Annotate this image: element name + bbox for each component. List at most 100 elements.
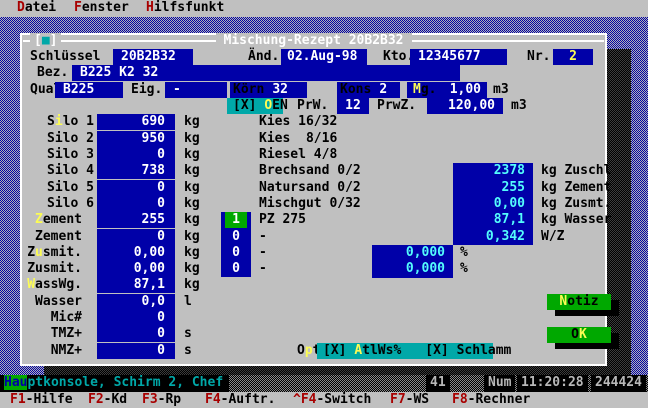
fkey-f2[interactable]: F2-Kd (88, 392, 127, 408)
summary-value-4: 0,342 (453, 229, 533, 245)
mg-label: Mg. (413, 82, 436, 98)
prw-label: PrW. (297, 98, 328, 114)
row-unit-zement-6: kg (184, 212, 200, 228)
row-value-field-silo-5-4[interactable]: 0 (97, 180, 175, 196)
prwz-unit: m3 (511, 98, 527, 114)
row-unit-silo-4-3: kg (184, 163, 200, 179)
row-value-field-mic-12[interactable]: 0 (97, 310, 175, 326)
status-code: 244424 (591, 375, 646, 392)
ok-button[interactable]: OK (547, 327, 611, 343)
prw-field[interactable]: 12 (337, 98, 369, 114)
fkey-f3[interactable]: F3-Rp (142, 392, 181, 408)
aend-field[interactable]: 02.Aug-98 (281, 49, 367, 65)
eig-field[interactable]: - (165, 82, 227, 98)
row-value-field-zusmit-8[interactable]: 0,00 (97, 245, 175, 261)
dialog-mischung-rezept: [■] Mischung-Rezept 20B2B32 Schlüssel 20… (20, 33, 607, 366)
row-label-zement-7: Zement (20, 229, 82, 245)
row-value-field-silo-2-1[interactable]: 950 (97, 131, 175, 147)
mg-unit: m3 (493, 82, 509, 98)
row-label-silo-6-5: Silo 6 (20, 196, 94, 212)
status-highlight: Hau (4, 375, 27, 390)
row-unit-zusmit-9: kg (184, 261, 200, 277)
summary-unit-3: kg Wasser (541, 212, 611, 228)
row-selector-zusmit-9[interactable]: 0 (221, 261, 251, 277)
row-unit-nmz-14: s (184, 343, 192, 359)
fkey-f8[interactable]: F8-Rechner (452, 392, 530, 408)
row-value-field-zement-7[interactable]: 0 (97, 229, 175, 245)
fkey-f4[interactable]: F4-Auftr. (205, 392, 275, 408)
percent-unit-1: % (460, 261, 468, 277)
row-label-nmz-14: NMZ+ (20, 343, 82, 359)
mg-field[interactable]: 1,00 (450, 82, 481, 98)
koern-label: Körn (230, 82, 264, 97)
row-label-zusmit-9: Zusmit. (20, 261, 82, 277)
kons-group: Kons2 (337, 82, 400, 98)
row-value-field-silo-3-2[interactable]: 0 (97, 147, 175, 163)
row-unit-wasswg-10: kg (184, 277, 200, 293)
fkey-ctrl-f4[interactable]: ^F4-Switch (293, 392, 371, 408)
row-desc-zusmit-8: - (259, 245, 267, 261)
row-label-silo-5-4: Silo 5 (20, 180, 94, 196)
oen-checkbox[interactable]: [X] OEN (227, 98, 283, 114)
row-value-field-wasswg-10[interactable]: 87,1 (97, 277, 175, 293)
status-console: Hauptkonsole, Schirm 2, Chef (0, 375, 229, 392)
status-count: 41 (426, 375, 450, 392)
row-label-silo-4-3: Silo 4 (20, 163, 94, 179)
schluessel-field[interactable]: 20B2B32 (113, 49, 193, 65)
row-unit-tmz-13: s (184, 326, 192, 342)
menu-item-hilfsfunkt[interactable]: Hilfsfunkt (146, 0, 224, 17)
fkey-f1[interactable]: F1-Hilfe (10, 392, 73, 408)
mg-group: Mg. 1,00 (407, 82, 487, 98)
summary-value-0: 2378 (453, 163, 533, 179)
row-selector-zusmit-8[interactable]: 0 (221, 245, 251, 261)
status-clock: 11:20:28 (517, 375, 588, 392)
fkey-f7[interactable]: F7-WS (390, 392, 429, 408)
qual-field[interactable]: B225 (55, 82, 123, 98)
row-value-field-zusmit-9[interactable]: 0,00 (97, 261, 175, 277)
row-unit-zusmit-8: kg (184, 245, 200, 261)
row-value-field-silo-6-5[interactable]: 0 (97, 196, 175, 212)
row-value-field-tmz-13[interactable]: 0 (97, 326, 175, 342)
row-unit-silo-6-5: kg (184, 196, 200, 212)
checkbox-schlamm[interactable]: [X] Schlamm (425, 343, 511, 359)
row-value-field-silo-4-3[interactable]: 738 (97, 163, 175, 179)
row-desc-zusmit-9: - (259, 261, 267, 277)
kto-field[interactable]: 12345677 (410, 49, 507, 65)
row-label-silo-3-2: Silo 3 (20, 147, 94, 163)
row-selector-zement-7[interactable]: 0 (221, 229, 251, 245)
koern-group: Körn32 (230, 82, 307, 98)
row-selector-zement-6[interactable]: 1 (221, 212, 251, 228)
kons-label: Kons (337, 82, 371, 97)
kons-field[interactable]: 2 (371, 82, 387, 97)
checkbox-atlws[interactable]: [X] AtlWs% (323, 343, 401, 359)
function-key-bar: F1-Hilfe F2-Kd F3-Rp F4-Auftr. ^F4-Switch F7-… (0, 392, 648, 408)
row-label-silo-1-0: Silo 1 (20, 114, 94, 130)
row-unit-silo-1-0: kg (184, 114, 200, 130)
row-desc-silo-6-5: Mischgut 0/32 (259, 196, 361, 212)
nr-field[interactable]: 2 (553, 49, 593, 65)
row-desc-zement-6: PZ 275 (259, 212, 306, 228)
summary-unit-2: kg Zusmt. (541, 196, 611, 212)
row-desc-silo-1-0: Kies 16/32 (259, 114, 337, 130)
koern-field[interactable]: 32 (264, 82, 288, 97)
row-unit-zement-7: kg (184, 229, 200, 245)
prwz-label: PrwZ. (377, 98, 416, 114)
prwz-field[interactable]: 120,00 (427, 98, 503, 114)
bez-field[interactable]: B225 K2 32 (72, 65, 460, 81)
row-value-field-silo-1-0[interactable]: 690 (97, 114, 175, 130)
row-value-field-zement-6[interactable]: 255 (97, 212, 175, 228)
menu-item-datei[interactable]: Datei (17, 0, 56, 17)
menu-item-fenster[interactable]: Fenster (74, 0, 129, 17)
summary-value-3: 87,1 (453, 212, 533, 228)
eig-label: Eig. (131, 82, 162, 98)
row-label-tmz-13: TMZ+ (20, 326, 82, 342)
row-value-field-wasser-11[interactable]: 0,0 (97, 294, 175, 310)
summary-value-1: 255 (453, 180, 533, 196)
notiz-button[interactable]: Notiz (547, 294, 611, 310)
percent-value-1: 0,000 (372, 261, 453, 277)
summary-unit-1: kg Zement (541, 180, 611, 196)
desktop-background: DateiFensterHilfsfunkt [■] Mischung-Reze… (0, 0, 648, 408)
schluessel-label: Schlüssel (30, 49, 100, 65)
row-value-field-nmz-14[interactable]: 0 (97, 343, 175, 359)
close-button[interactable]: [■] (30, 33, 61, 49)
